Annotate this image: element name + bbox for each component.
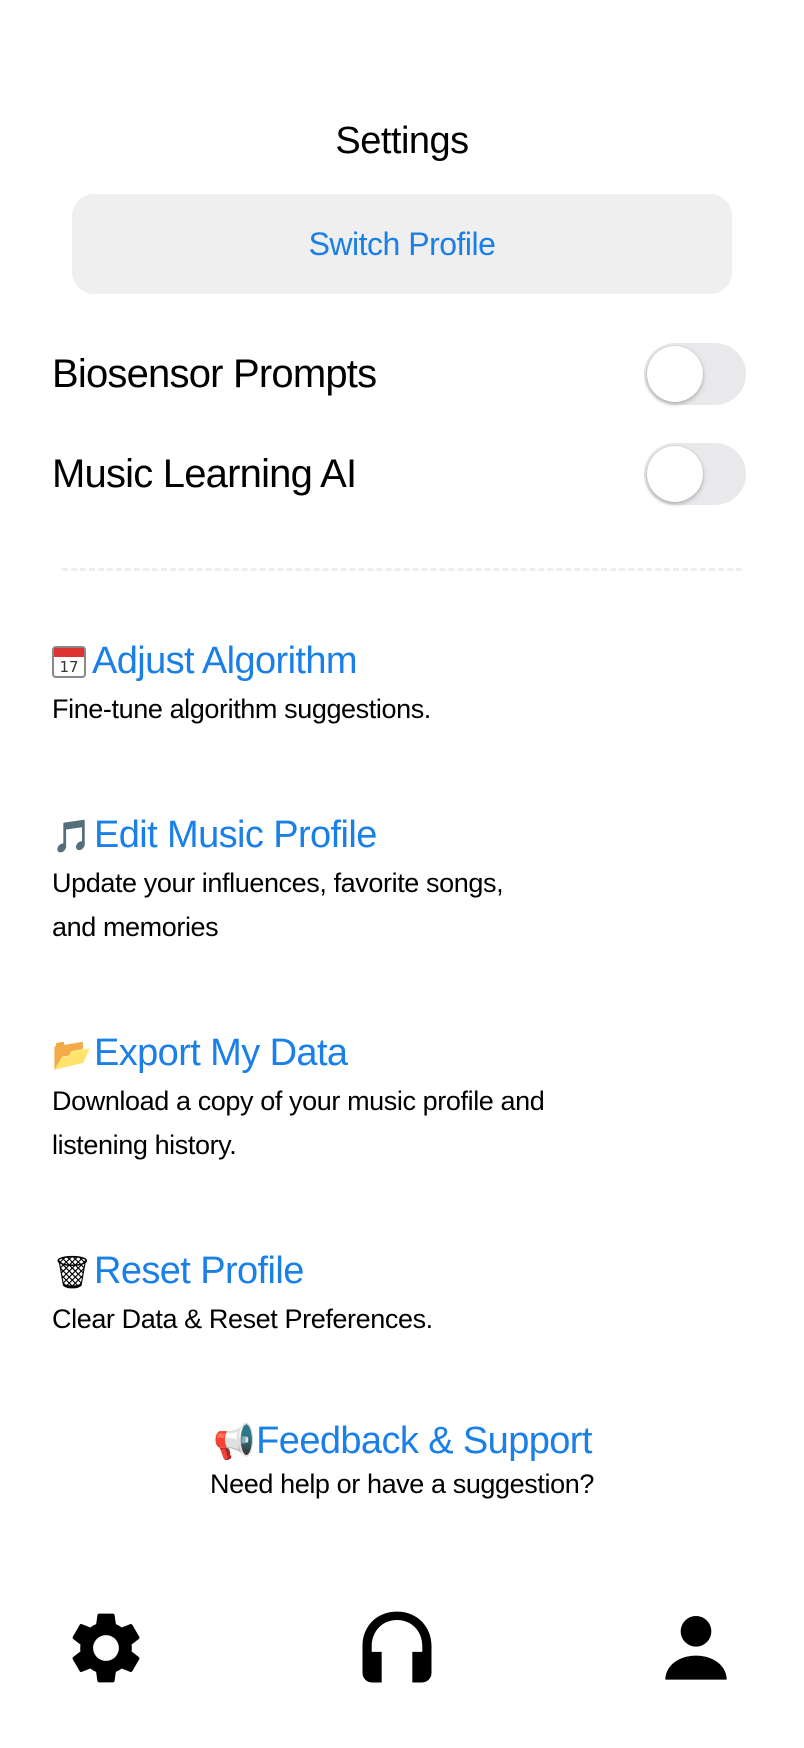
- wastebasket-icon: 🗑: [52, 1252, 93, 1291]
- feedback-support-link[interactable]: 📢 Feedback & Support: [212, 1420, 592, 1463]
- biosensor-prompts-toggle[interactable]: [644, 343, 746, 405]
- reset-profile-item: 🗑 Reset Profile Clear Data & Reset Prefe…: [52, 1250, 752, 1341]
- feedback-support-section: 📢 Feedback & Support Need help or have a…: [0, 1420, 804, 1500]
- feedback-support-label: Feedback & Support: [256, 1420, 592, 1462]
- export-my-data-desc: Download a copy of your music profile an…: [52, 1086, 545, 1160]
- megaphone-icon: 📢: [213, 1422, 256, 1461]
- tab-profile[interactable]: [646, 1598, 746, 1698]
- adjust-algorithm-label: Adjust Algorithm: [92, 640, 358, 682]
- page-title: Settings: [335, 120, 469, 162]
- reset-profile-label: Reset Profile: [94, 1250, 304, 1292]
- tab-listen[interactable]: [347, 1598, 447, 1698]
- export-my-data-label: Export My Data: [94, 1032, 348, 1074]
- folder-icon: 📂: [52, 1034, 92, 1073]
- edit-music-profile-item: 🎵 Edit Music Profile Update your influen…: [52, 814, 752, 949]
- person-icon: [665, 1616, 727, 1680]
- music-note-icon: 🎵: [52, 816, 92, 855]
- music-learning-ai-toggle[interactable]: [644, 443, 746, 505]
- biosensor-prompts-label: Biosensor Prompts: [52, 351, 377, 396]
- reset-profile-link[interactable]: 🗑 Reset Profile: [52, 1250, 752, 1293]
- reset-profile-desc: Clear Data & Reset Preferences.: [52, 1304, 433, 1334]
- edit-music-profile-label: Edit Music Profile: [94, 814, 377, 856]
- adjust-algorithm-item: 17 Adjust Algorithm Fine-tune algorithm …: [52, 640, 752, 731]
- gear-icon: [72, 1613, 140, 1683]
- bottom-tab-bar: [0, 1598, 804, 1698]
- music-learning-ai-label: Music Learning AI: [52, 451, 357, 496]
- edit-music-profile-desc: Update your influences, favorite songs, …: [52, 868, 504, 942]
- export-my-data-link[interactable]: 📂 Export My Data: [52, 1032, 752, 1075]
- music-learning-ai-row: Music Learning AI: [52, 439, 746, 509]
- switch-profile-button[interactable]: Switch Profile: [72, 194, 732, 294]
- divider: [62, 568, 742, 571]
- calendar-icon: 17: [52, 645, 86, 678]
- headphones-icon: [362, 1611, 432, 1683]
- toggle-knob: [647, 346, 703, 402]
- toggle-knob: [647, 446, 703, 502]
- adjust-algorithm-link[interactable]: 17 Adjust Algorithm: [52, 640, 752, 683]
- edit-music-profile-link[interactable]: 🎵 Edit Music Profile: [52, 814, 752, 857]
- biosensor-prompts-row: Biosensor Prompts: [52, 339, 746, 409]
- feedback-support-desc: Need help or have a suggestion?: [210, 1469, 594, 1499]
- tab-settings[interactable]: [56, 1598, 156, 1698]
- export-my-data-item: 📂 Export My Data Download a copy of your…: [52, 1032, 752, 1167]
- adjust-algorithm-desc: Fine-tune algorithm suggestions.: [52, 694, 431, 724]
